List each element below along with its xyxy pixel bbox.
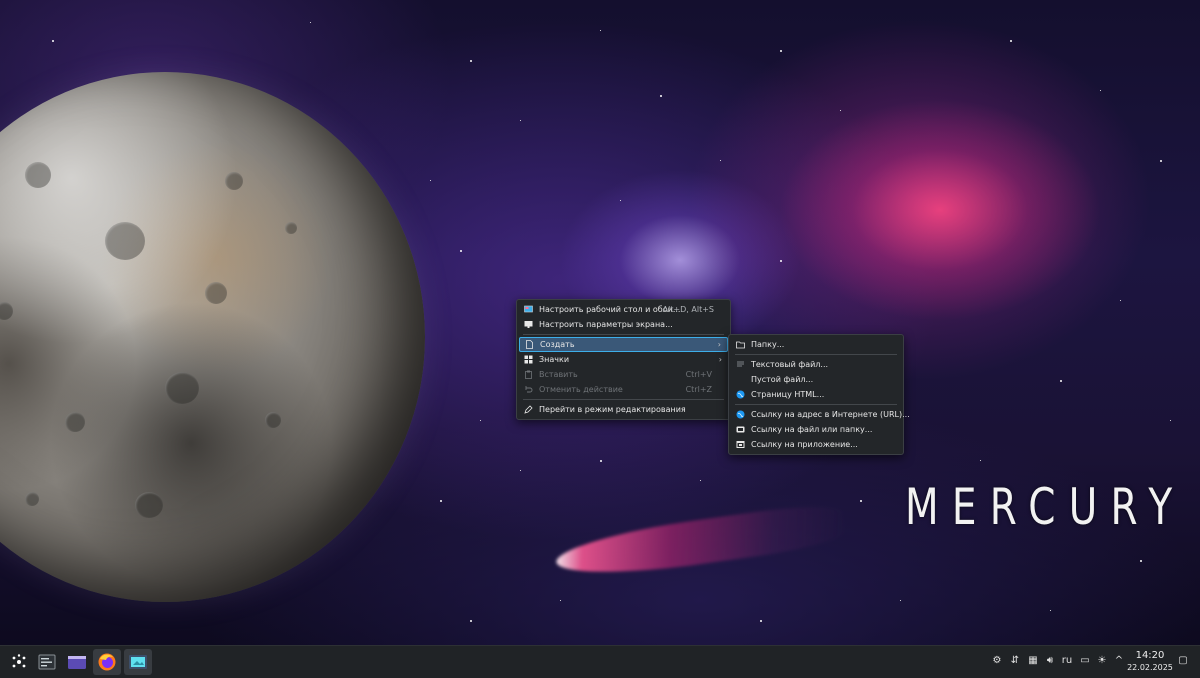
menu-item-shortcut: Ctrl+Z [685,385,712,394]
menu-item-shortcut: Ctrl+V [685,370,712,379]
folder-icon [736,341,745,349]
menu-item-icons[interactable]: Значки › [519,352,728,367]
taskbar-app-system-settings[interactable] [33,649,61,675]
paste-icon [525,370,532,379]
submenu-item-empty-file[interactable]: Пустой файл... [731,372,901,387]
menu-separator [523,399,724,400]
clipboard-icon[interactable]: ▦ [1026,654,1040,668]
new-document-icon [526,340,533,349]
url-globe-icon [736,410,745,419]
text-file-icon [737,361,744,367]
menu-item-label: Вставить [539,370,578,379]
submenu-arrow-icon: › [717,340,721,349]
edit-mode-icon [524,405,533,414]
monitor-icon [524,321,533,328]
submenu-item-text-file[interactable]: Текстовый файл... [731,357,901,372]
menu-item-create[interactable]: Создать › [519,337,728,352]
firefox-icon [98,653,116,671]
submenu-item-html-page[interactable]: Страницу HTML... [731,387,901,402]
taskbar-app-screen-capture[interactable] [124,649,152,675]
menu-item-configure-desktop[interactable]: Настроить рабочий стол и обои... Alt+D, … [519,302,728,317]
submenu-item-file-link[interactable]: Ссылку на файл или папку... [731,422,901,437]
desktop-settings-icon [524,305,533,313]
menu-item-label: Отменить действие [539,385,623,394]
taskbar-panel: ⚙ ⇵ ▦ 🔊︎ ru ▭ ☀ ^ 14:20 22.02.2025 ▢ [0,645,1200,678]
keyboard-layout-indicator[interactable]: ru [1060,654,1074,668]
submenu-item-label: Пустой файл... [751,375,814,384]
clock-time[interactable]: 14:20 [1130,650,1170,661]
submenu-item-label: Ссылку на приложение... [751,440,858,449]
folder-app-icon [68,656,86,669]
file-link-icon [736,426,745,433]
taskbar-app-firefox[interactable] [93,649,121,675]
clock-date[interactable]: 22.02.2025 [1126,663,1174,672]
app-link-icon [736,441,745,448]
submenu-arrow-icon: › [718,355,722,364]
menu-item-paste[interactable]: Вставить Ctrl+V [519,367,728,382]
html-globe-icon [736,390,745,399]
submenu-item-label: Папку... [751,340,785,349]
desktop[interactable]: MERCURY Настроить рабочий стол и обои...… [0,0,1200,645]
brightness-icon[interactable]: ☀ [1095,654,1109,668]
tray-expand-chevron-icon[interactable]: ^ [1112,654,1126,668]
volume-icon[interactable]: 🔊︎ [1043,654,1057,668]
submenu-item-label: Ссылку на файл или папку... [751,425,873,434]
display-icon[interactable]: ▭ [1078,654,1092,668]
taskbar-app-file-manager[interactable] [63,649,91,675]
network-activity-icon[interactable]: ⇵ [1008,654,1022,668]
show-desktop-icon[interactable]: ▢ [1176,654,1190,668]
menu-separator [735,404,897,405]
menu-item-configure-display[interactable]: Настроить параметры экрана... [519,317,728,332]
create-submenu: Папку... Текстовый файл... Пустой файл..… [728,334,910,455]
submenu-item-label: Страницу HTML... [751,390,825,399]
submenu-item-app-link[interactable]: Ссылку на приложение... [731,437,901,452]
screenshot-tool-icon [129,655,147,669]
menu-item-label: Перейти в режим редактирования [539,405,686,414]
desktop-context-menu: Настроить рабочий стол и обои... Alt+D, … [516,299,731,420]
menu-item-label: Создать [540,340,575,349]
submenu-item-label: Ссылку на адрес в Интернете (URL)... [751,410,910,419]
kde-launcher-icon [12,654,26,668]
menu-item-shortcut: Alt+D, Alt+S [662,305,714,314]
submenu-item-folder[interactable]: Папку... [731,337,901,352]
application-launcher-button[interactable] [5,649,33,675]
menu-separator [523,334,724,335]
menu-item-label: Значки [539,355,570,364]
submenu-item-url-link[interactable]: Ссылку на адрес в Интернете (URL)... [731,407,910,422]
icons-grid-icon [524,355,533,364]
notifications-icon[interactable]: ⚙ [990,654,1004,668]
undo-icon [525,386,533,393]
menu-item-label: Настроить рабочий стол и обои... [539,305,681,314]
settings-panel-icon [38,654,56,670]
menu-item-edit-mode[interactable]: Перейти в режим редактирования [519,402,728,417]
wallpaper-title: MERCURY [905,478,1186,536]
empty-file-icon [736,375,745,384]
submenu-item-label: Текстовый файл... [751,360,829,369]
menu-item-undo[interactable]: Отменить действие Ctrl+Z [519,382,728,397]
menu-item-label: Настроить параметры экрана... [539,320,673,329]
menu-separator [735,354,897,355]
